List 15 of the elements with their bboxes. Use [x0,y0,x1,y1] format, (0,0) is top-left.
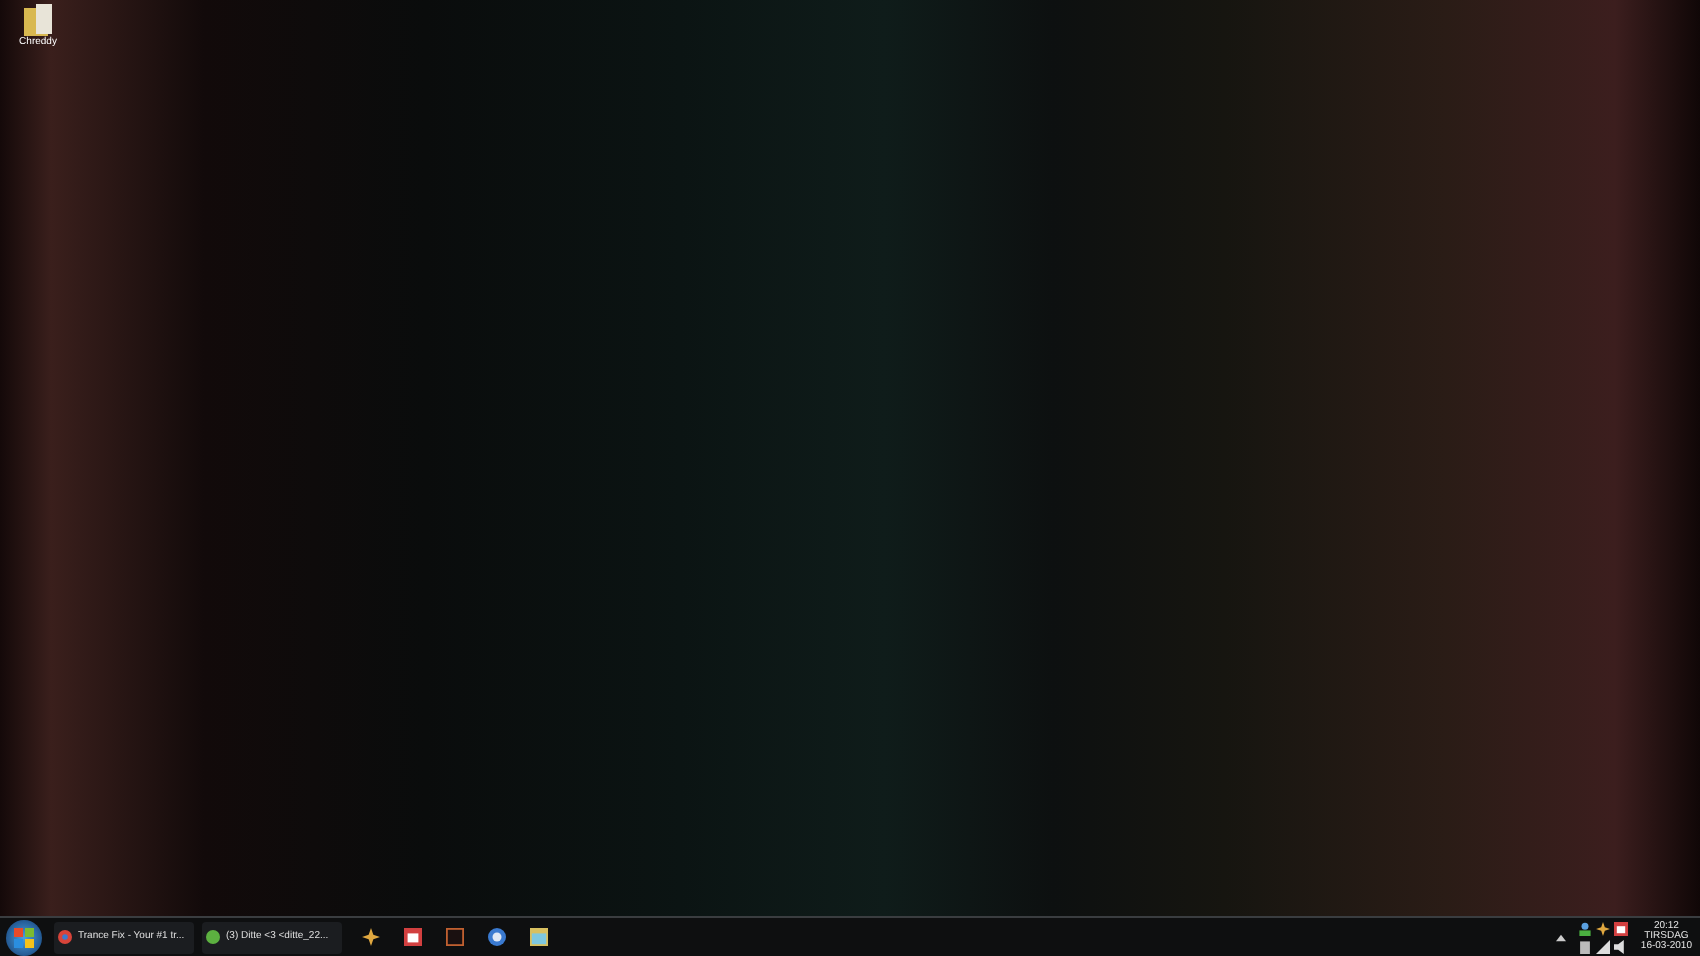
start-button[interactable] [6,919,42,955]
trash-icon[interactable] [1578,939,1593,953]
star-icon[interactable] [362,928,380,946]
chat-icon [206,930,220,944]
folder-icon[interactable] [24,4,52,36]
caret-up-icon[interactable] [1556,933,1567,941]
person-icon[interactable] [1578,921,1593,935]
signal-icon[interactable] [1596,939,1611,953]
calendar-icon[interactable] [1614,921,1629,935]
browser-icon [58,930,72,944]
windows-logo-icon [14,927,34,947]
square-icon[interactable] [446,928,464,946]
globe-icon[interactable] [488,928,506,946]
speaker-icon[interactable] [1614,939,1629,953]
star-icon[interactable] [1596,921,1611,935]
